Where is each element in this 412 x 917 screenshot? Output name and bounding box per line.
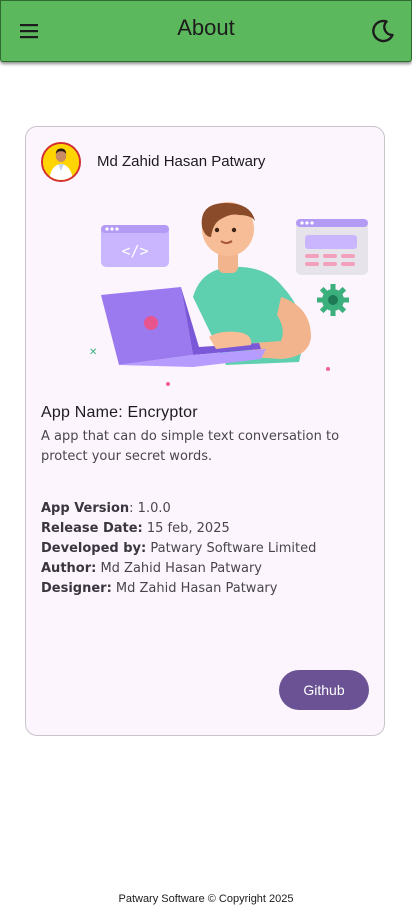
author-name: Md Zahid Hasan Patwary: [97, 153, 266, 170]
version-label: App Version: [41, 501, 130, 516]
developer-value: Patwary Software Limited: [146, 541, 317, 556]
author-row: Author: Md Zahid Hasan Patwary: [41, 559, 316, 579]
version-row: App Version: 1.0.0: [41, 499, 316, 519]
about-card: Md Zahid Hasan Patwary </> ✕ App Name: E…: [25, 126, 385, 736]
designer-value: Md Zahid Hasan Patwary: [111, 581, 278, 596]
developer-illustration: </> ✕: [89, 202, 368, 386]
code-window-graphic: </>: [101, 225, 169, 267]
gear-graphic: [317, 284, 349, 316]
app-bar: About: [0, 0, 412, 62]
app-name: App Name: Encryptor: [41, 404, 198, 421]
copyright-footer: Patwary Software © Copyright 2025: [118, 893, 294, 905]
version-value: : 1.0.0: [129, 501, 171, 516]
avatar: [41, 142, 81, 182]
release-date-value: 15 feb, 2025: [142, 521, 230, 536]
dark-mode-moon-icon: [372, 19, 394, 43]
avatar-portrait-image: [43, 144, 79, 180]
person-graphic: [193, 202, 311, 365]
author-value: Md Zahid Hasan Patwary: [96, 561, 262, 576]
svg-text:✕: ✕: [89, 347, 97, 358]
app-description: A app that can do simple text conversati…: [41, 429, 340, 464]
designer-row: Designer: Md Zahid Hasan Patwary: [41, 579, 316, 599]
developer-row: Developed by: Patwary Software Limited: [41, 539, 316, 559]
developer-label: Developed by:: [41, 541, 147, 556]
author-label: Author:: [41, 561, 97, 576]
designer-label: Designer:: [41, 581, 112, 596]
release-date-row: Release Date: 15 feb, 2025: [41, 519, 316, 539]
ui-window-graphic: [296, 219, 368, 275]
release-date-label: Release Date:: [41, 521, 143, 536]
svg-text:</>: </>: [121, 242, 148, 260]
github-button[interactable]: Github: [279, 670, 369, 710]
theme-toggle-button[interactable]: [363, 11, 403, 51]
page-title: About: [177, 15, 235, 40]
app-details: App Version: 1.0.0 Release Date: 15 feb,…: [41, 499, 316, 599]
